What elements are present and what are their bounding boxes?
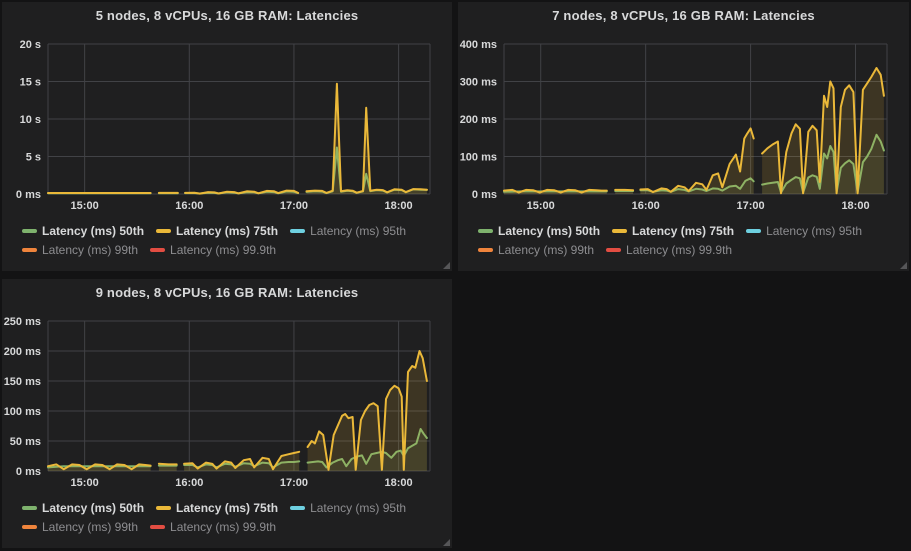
legend-item-latency-ms-95th[interactable]: Latency (ms) 95th — [290, 500, 406, 516]
x-tick-label: 16:00 — [175, 477, 203, 489]
y-tick-label: 400 ms — [460, 39, 497, 51]
legend: Latency (ms) 50th Latency (ms) 75th Latenc… — [22, 223, 448, 258]
series-fill — [307, 84, 427, 194]
series-color-swatch-icon — [22, 525, 37, 529]
legend-label: Latency (ms) 50th — [42, 223, 144, 239]
series-color-swatch-icon — [290, 229, 305, 233]
legend-label: Latency (ms) 99.9th — [170, 242, 276, 258]
legend-item-latency-ms-95th[interactable]: Latency (ms) 95th — [290, 223, 406, 239]
series-color-swatch-icon — [746, 229, 761, 233]
x-tick-label: 18:00 — [841, 200, 869, 212]
series-color-swatch-icon — [478, 229, 493, 233]
latency-graph[interactable]: 0 ms 100 ms 200 ms 300 ms 400 ms 15:00 16:00 17… — [458, 2, 909, 217]
series-latency-ms-75th — [48, 84, 427, 194]
legend-item-latency-ms-99.9th[interactable]: Latency (ms) 99.9th — [606, 242, 732, 258]
legend-item-latency-ms-75th[interactable]: Latency (ms) 75th — [156, 223, 278, 239]
series-line — [159, 464, 177, 465]
legend: Latency (ms) 50th Latency (ms) 75th Latenc… — [22, 500, 448, 535]
series-color-swatch-icon — [478, 248, 493, 252]
latency-graph[interactable]: 0 ms 50 ms 100 ms 150 ms 200 ms 250 ms 15:00 16… — [2, 279, 452, 494]
series-color-swatch-icon — [150, 248, 165, 252]
series-color-swatch-icon — [156, 229, 171, 233]
legend-label: Latency (ms) 75th — [176, 223, 278, 239]
x-tick-label: 15:00 — [71, 200, 99, 212]
series-line — [185, 191, 298, 194]
y-tick-label: 100 ms — [4, 406, 41, 418]
y-tick-label: 300 ms — [460, 77, 497, 89]
legend-label: Latency (ms) 99th — [42, 242, 138, 258]
x-tick-label: 15:00 — [71, 477, 99, 489]
legend-label: Latency (ms) 99th — [42, 519, 138, 535]
x-tick-label: 18:00 — [385, 200, 413, 212]
series-color-swatch-icon — [156, 506, 171, 510]
legend-label: Latency (ms) 75th — [632, 223, 734, 239]
legend-label: Latency (ms) 99.9th — [170, 519, 276, 535]
series-color-swatch-icon — [606, 248, 621, 252]
legend-item-latency-ms-75th[interactable]: Latency (ms) 75th — [612, 223, 734, 239]
y-tick-label: 15 s — [20, 77, 41, 89]
series-color-swatch-icon — [612, 229, 627, 233]
y-tick-label: 0 ms — [472, 189, 497, 201]
legend-label: Latency (ms) 75th — [176, 500, 278, 516]
series-color-swatch-icon — [22, 229, 37, 233]
legend-label: Latency (ms) 95th — [310, 500, 406, 516]
latency-graph[interactable]: 0 ms 5 s 10 s 15 s 20 s 15:00 16:00 17:00 18:00 — [2, 2, 452, 217]
legend-item-latency-ms-99th[interactable]: Latency (ms) 99th — [478, 242, 594, 258]
panel-resize-handle-icon[interactable] — [900, 262, 907, 269]
y-tick-label: 5 s — [26, 152, 41, 164]
series-color-swatch-icon — [150, 525, 165, 529]
y-tick-label: 20 s — [20, 39, 41, 51]
x-tick-label: 18:00 — [385, 477, 413, 489]
panel-resize-handle-icon[interactable] — [443, 539, 450, 546]
y-tick-label: 150 ms — [4, 376, 41, 388]
y-tick-label: 200 ms — [4, 346, 41, 358]
y-tick-label: 250 ms — [4, 316, 41, 328]
legend-label: Latency (ms) 99th — [498, 242, 594, 258]
series-color-swatch-icon — [290, 506, 305, 510]
y-tick-label: 0 ms — [16, 466, 41, 478]
panel-5-nodes-latencies: 5 nodes, 8 vCPUs, 16 GB RAM: Latencies 0… — [2, 2, 452, 271]
series-latency-ms-75th — [504, 68, 884, 194]
legend-item-latency-ms-99th[interactable]: Latency (ms) 99th — [22, 519, 138, 535]
legend-item-latency-ms-50th[interactable]: Latency (ms) 50th — [22, 500, 144, 516]
legend-item-latency-ms-99th[interactable]: Latency (ms) 99th — [22, 242, 138, 258]
legend-item-latency-ms-50th[interactable]: Latency (ms) 50th — [22, 223, 144, 239]
x-tick-label: 17:00 — [737, 200, 765, 212]
grafana-dashboard: 5 nodes, 8 vCPUs, 16 GB RAM: Latencies 0… — [0, 0, 911, 550]
series-color-swatch-icon — [22, 506, 37, 510]
x-tick-label: 17:00 — [280, 200, 308, 212]
series-color-swatch-icon — [22, 248, 37, 252]
panel-7-nodes-latencies: 7 nodes, 8 vCPUs, 16 GB RAM: Latencies 0… — [458, 2, 909, 271]
y-tick-label: 10 s — [20, 114, 41, 126]
legend-label: Latency (ms) 50th — [42, 500, 144, 516]
y-tick-label: 0 ms — [16, 189, 41, 201]
y-tick-label: 100 ms — [460, 152, 497, 164]
y-tick-label: 200 ms — [460, 114, 497, 126]
legend-item-latency-ms-99.9th[interactable]: Latency (ms) 99.9th — [150, 519, 276, 535]
panel-9-nodes-latencies: 9 nodes, 8 vCPUs, 16 GB RAM: Latencies 0… — [2, 279, 452, 548]
x-tick-label: 16:00 — [632, 200, 660, 212]
legend-item-latency-ms-99.9th[interactable]: Latency (ms) 99.9th — [150, 242, 276, 258]
y-tick-label: 50 ms — [10, 436, 41, 448]
x-tick-label: 16:00 — [175, 200, 203, 212]
legend-label: Latency (ms) 50th — [498, 223, 600, 239]
legend-label: Latency (ms) 95th — [310, 223, 406, 239]
legend-item-latency-ms-75th[interactable]: Latency (ms) 75th — [156, 500, 278, 516]
panel-resize-handle-icon[interactable] — [443, 262, 450, 269]
legend-item-latency-ms-50th[interactable]: Latency (ms) 50th — [478, 223, 600, 239]
legend-label: Latency (ms) 99.9th — [626, 242, 732, 258]
x-tick-label: 15:00 — [527, 200, 555, 212]
legend-item-latency-ms-95th[interactable]: Latency (ms) 95th — [746, 223, 862, 239]
legend: Latency (ms) 50th Latency (ms) 75th Latenc… — [478, 223, 905, 258]
legend-label: Latency (ms) 95th — [766, 223, 862, 239]
x-tick-label: 17:00 — [280, 477, 308, 489]
